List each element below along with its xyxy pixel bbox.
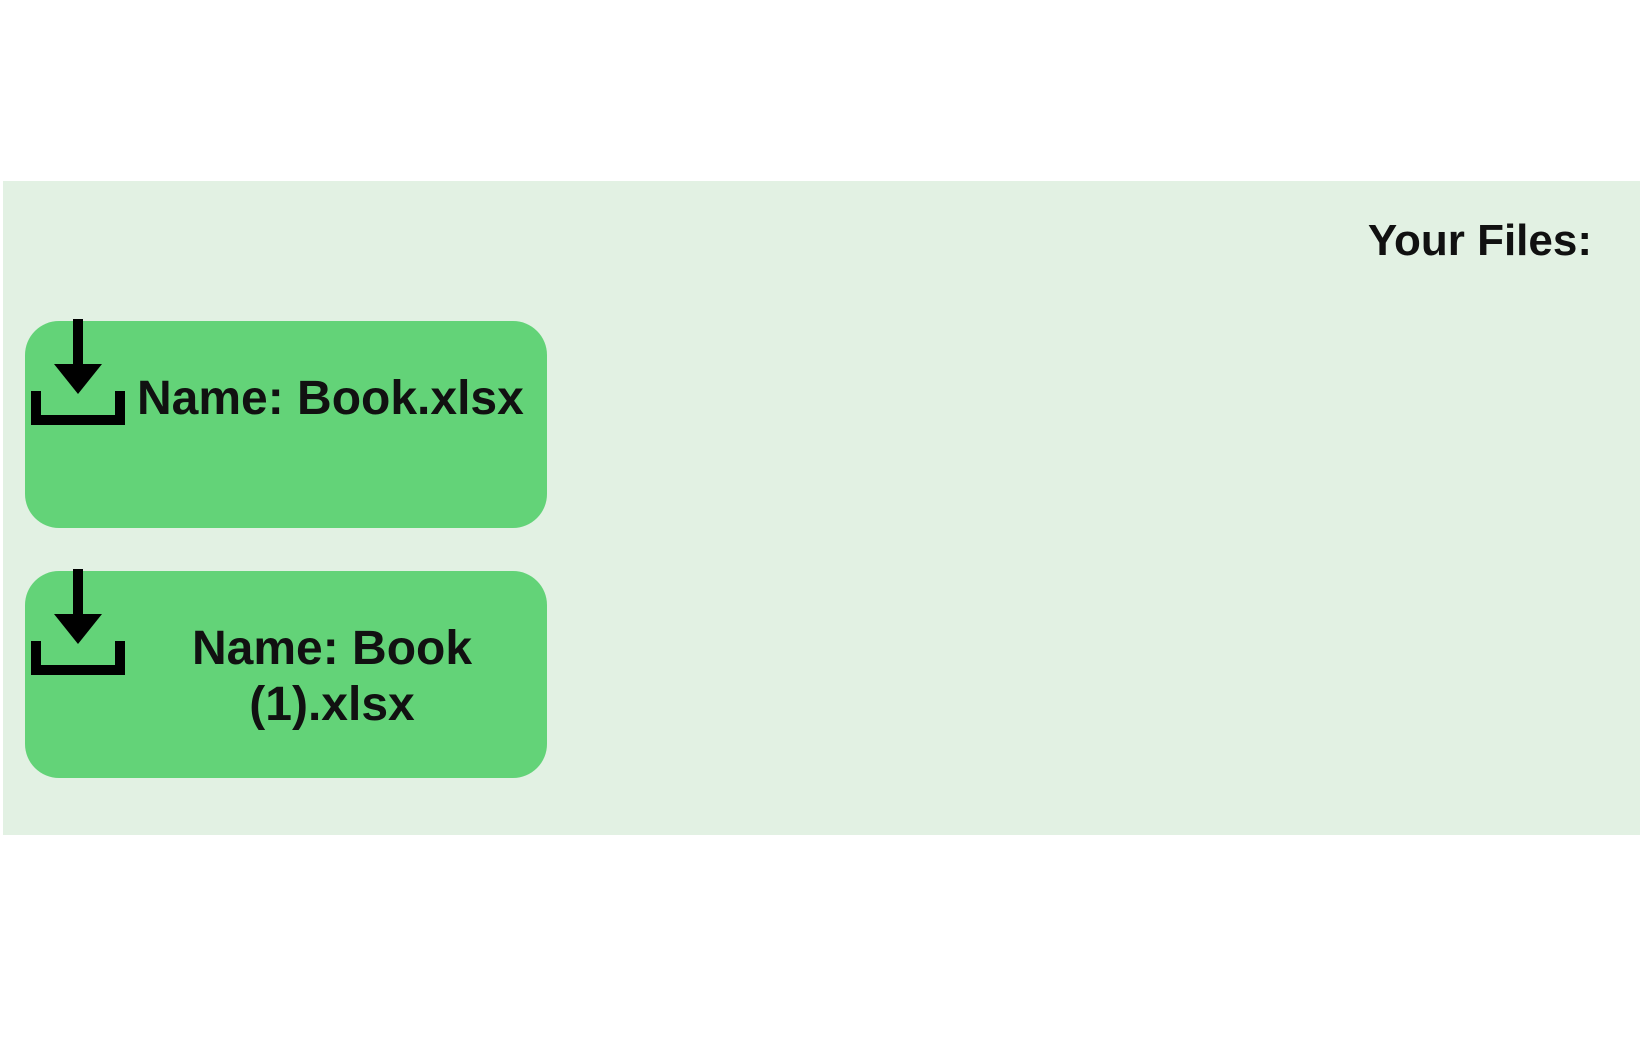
download-icon[interactable] [29, 569, 127, 675]
files-panel: Your Files: Name: Book.xlsx Name: Book (… [3, 181, 1640, 835]
download-icon[interactable] [29, 319, 127, 425]
file-name: Name: Book.xlsx [137, 372, 524, 425]
file-card[interactable]: Name: Book.xlsx [25, 319, 547, 528]
panel-title: Your Files: [1367, 216, 1592, 265]
file-name-line: Name: Book [191, 622, 473, 675]
file-name-line: (1).xlsx [249, 678, 415, 731]
file-card[interactable]: Name: Book (1).xlsx [25, 569, 547, 778]
file-name: Name: Book (1).xlsx [129, 621, 535, 733]
